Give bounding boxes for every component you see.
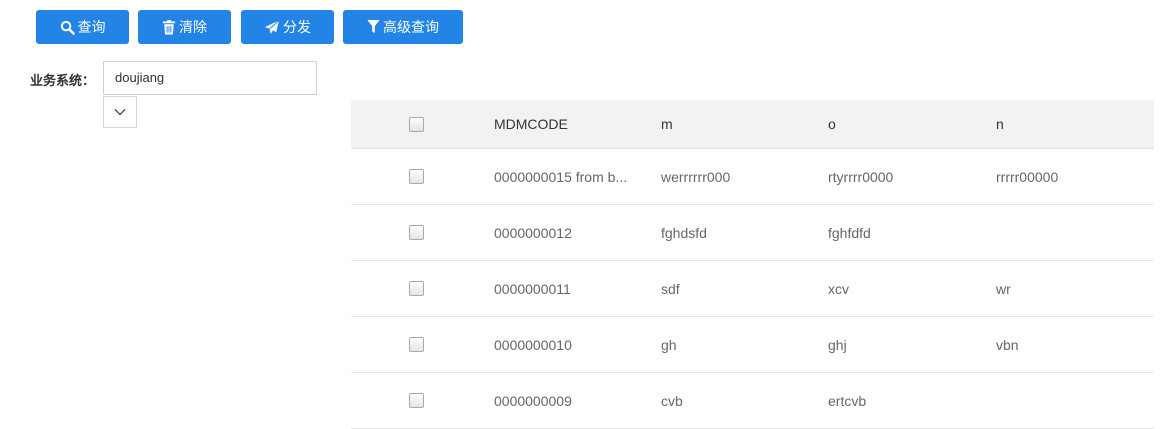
table-scroll-gutter [1154, 100, 1162, 416]
row-checkbox-cell [409, 149, 427, 204]
trash-icon [162, 19, 176, 35]
cell-n: wr [996, 280, 1011, 297]
row-checkbox[interactable] [409, 393, 424, 408]
data-table: MDMCODE m o n 0000000015 from b... werrr… [351, 100, 1154, 429]
chevron-down-icon [114, 108, 126, 116]
distribute-button-label: 分发 [283, 19, 311, 35]
cell-m: werrrrrr000 [661, 168, 731, 185]
cell-m: cvb [661, 392, 683, 409]
advanced-query-button[interactable]: 高级查询 [343, 10, 463, 44]
column-header-n[interactable]: n [996, 100, 1136, 148]
send-icon [264, 19, 280, 34]
cell-o: ghj [828, 336, 847, 353]
advanced-query-button-label: 高级查询 [383, 19, 439, 35]
table-row[interactable]: 0000000015 from b... werrrrrr000 rtyrrrr… [351, 149, 1154, 205]
distribute-button[interactable]: 分发 [241, 10, 334, 44]
cell-o: rtyrrrr0000 [828, 168, 894, 185]
cell-m: fghdsfd [661, 224, 707, 241]
row-checkbox[interactable] [409, 281, 424, 296]
cell-mdmcode: 0000000012 [494, 224, 572, 241]
cell-n: rrrrr00000 [996, 168, 1059, 185]
cell-o: ertcvb [828, 392, 867, 409]
cell-n [996, 373, 1136, 428]
query-button[interactable]: 查询 [36, 10, 129, 44]
clear-button-label: 清除 [179, 19, 207, 35]
column-header-m[interactable]: m [661, 100, 801, 148]
cell-mdmcode: 0000000010 [494, 336, 572, 353]
cell-mdmcode: 0000000011 [494, 280, 571, 297]
business-system-input[interactable]: doujiang [103, 61, 317, 95]
column-header-o[interactable]: o [828, 100, 968, 148]
row-checkbox-cell [409, 317, 427, 372]
cell-o: fghfdfd [828, 224, 871, 241]
table-row[interactable]: 0000000009 cvb ertcvb [351, 373, 1154, 429]
cell-o: xcv [828, 280, 849, 297]
row-checkbox-cell [409, 261, 427, 316]
row-checkbox-cell [409, 373, 427, 428]
cell-mdmcode: 0000000009 [494, 392, 572, 409]
business-system-dropdown-toggle[interactable] [103, 96, 137, 128]
table-row[interactable]: 0000000010 gh ghj vbn [351, 317, 1154, 373]
column-header-mdmcode[interactable]: MDMCODE [494, 100, 639, 148]
clear-button[interactable]: 清除 [138, 10, 231, 44]
cell-m: sdf [661, 280, 680, 297]
cell-mdmcode: 0000000015 from b... [494, 168, 628, 185]
cell-m: gh [661, 336, 677, 353]
business-system-label: 业务系统： [30, 73, 96, 88]
select-all-checkbox-cell [409, 100, 427, 148]
row-checkbox[interactable] [409, 225, 424, 240]
cell-n [996, 205, 1136, 260]
cell-n: vbn [996, 336, 1019, 353]
row-checkbox[interactable] [409, 337, 424, 352]
search-icon [60, 20, 75, 35]
table-header: MDMCODE m o n [351, 100, 1154, 149]
select-all-checkbox[interactable] [409, 116, 424, 132]
query-button-label: 查询 [77, 19, 106, 35]
table-row[interactable]: 0000000011 sdf xcv wr [351, 261, 1154, 317]
table-row[interactable]: 0000000012 fghdsfd fghfdfd [351, 205, 1154, 261]
filter-icon [367, 20, 380, 34]
row-checkbox-cell [409, 205, 427, 260]
row-checkbox[interactable] [409, 169, 424, 184]
